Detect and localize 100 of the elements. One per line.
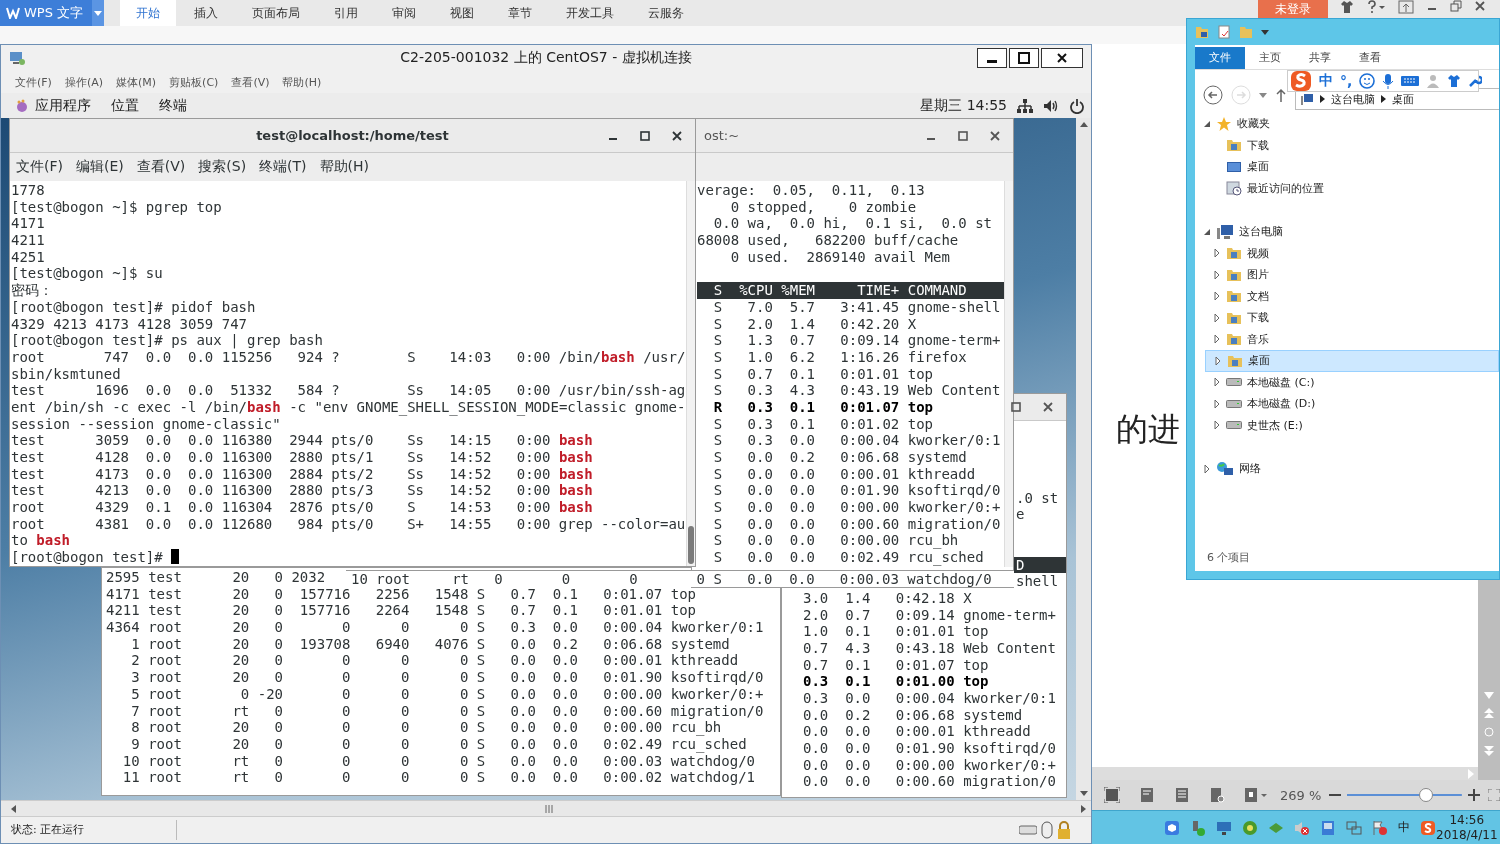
monitor-icon[interactable]	[1216, 819, 1232, 836]
panel-menu[interactable]: 位置	[111, 96, 139, 115]
close-icon[interactable]	[1474, 0, 1486, 12]
s-logo-icon[interactable]	[1420, 819, 1436, 836]
menu-item[interactable]: 编辑(E)	[76, 158, 124, 176]
s-logo-icon[interactable]	[1290, 70, 1312, 92]
menu-item[interactable]: 帮助(H)	[319, 158, 370, 176]
microphone-icon[interactable]	[1382, 73, 1395, 89]
collapsed-arrow-icon[interactable]	[1213, 249, 1221, 258]
scrollbar-thumb[interactable]	[688, 526, 694, 564]
collapsed-arrow-icon[interactable]	[1213, 292, 1221, 301]
close-button[interactable]	[1041, 48, 1083, 68]
clock-date[interactable]: 2018/4/11	[1436, 827, 1498, 843]
properties-icon[interactable]	[1217, 25, 1231, 39]
chevron-icon[interactable]	[1320, 95, 1325, 103]
menu-item[interactable]: 媒体(M)	[116, 74, 157, 90]
expanded-arrow-icon[interactable]	[1203, 227, 1211, 236]
scrollbar[interactable]	[1004, 181, 1013, 567]
tree-item[interactable]: 网络	[1195, 458, 1499, 480]
punctuation-toggle[interactable]: °,	[1340, 73, 1353, 89]
chevron-icon[interactable]	[1381, 95, 1386, 103]
ribbon-tab[interactable]: 云服务	[632, 0, 700, 26]
page-view-icon[interactable]	[1139, 787, 1155, 803]
tree-item[interactable]: 收藏夹	[1195, 113, 1499, 135]
menu-item[interactable]: 查看(V)	[136, 158, 186, 176]
tree-item[interactable]: 本地磁盘 (C:)	[1205, 371, 1499, 393]
collapsed-arrow-icon[interactable]	[1203, 464, 1211, 473]
ribbon-tab[interactable]: 主页	[1245, 47, 1295, 69]
flag-icon[interactable]	[1372, 819, 1388, 836]
ribbon-tab[interactable]: 查看	[1345, 47, 1395, 69]
address-bar[interactable]: 这台电脑 桌面	[1295, 88, 1499, 110]
mouse-icon[interactable]	[1041, 821, 1053, 839]
tree-item[interactable]: 史世杰 (E:)	[1205, 414, 1499, 436]
minimize-button[interactable]	[977, 48, 1007, 68]
breadcrumb[interactable]: 桌面	[1392, 91, 1414, 107]
reading-mode-icon[interactable]	[1244, 787, 1268, 803]
input-method-indicator[interactable]: 中	[1398, 819, 1410, 836]
collapsed-arrow-icon[interactable]	[1213, 399, 1221, 408]
shirt-icon[interactable]	[1340, 0, 1354, 14]
menu-item[interactable]: 剪贴板(C)	[169, 74, 219, 90]
caret-icon[interactable]	[1261, 29, 1269, 35]
tree-item[interactable]: 音乐	[1205, 328, 1499, 350]
clock-time[interactable]: 14:56	[1449, 812, 1485, 828]
menu-item[interactable]: 文件(F)	[15, 74, 52, 90]
applications-menu[interactable]: 应用程序	[35, 96, 91, 115]
back-icon[interactable]	[1203, 85, 1223, 105]
speaker-muted-icon[interactable]	[1294, 819, 1310, 836]
tree-item[interactable]: 桌面	[1205, 350, 1499, 372]
keyboard-icon[interactable]	[1401, 75, 1420, 87]
emoji-icon[interactable]	[1359, 73, 1376, 89]
ribbon-tab[interactable]: 插入	[178, 0, 234, 26]
tree-item[interactable]: 下载	[1205, 134, 1499, 156]
menu-item[interactable]: 操作(A)	[64, 74, 104, 90]
collapsed-arrow-icon[interactable]	[1214, 356, 1222, 365]
close-icon[interactable]	[1042, 401, 1054, 413]
maximize-icon[interactable]	[957, 129, 969, 142]
maximize-button[interactable]	[1009, 48, 1039, 68]
close-icon[interactable]	[671, 129, 683, 142]
cube-icon[interactable]	[1164, 819, 1180, 836]
ribbon-tab[interactable]: 共享	[1295, 47, 1345, 69]
menu-item[interactable]: 终端(T)	[259, 158, 307, 176]
folder-pc-icon[interactable]	[1195, 25, 1209, 39]
zoom-slider-thumb[interactable]	[1419, 788, 1434, 802]
tree-item[interactable]: 图片	[1205, 264, 1499, 286]
scroll-left-icon[interactable]	[11, 804, 16, 813]
ribbon-tab[interactable]: 章节	[492, 0, 548, 26]
panel-menu[interactable]: 终端	[159, 96, 187, 115]
tree-item[interactable]: 文档	[1205, 285, 1499, 307]
shirt-icon[interactable]	[1447, 74, 1462, 88]
grip-icon[interactable]	[544, 804, 553, 813]
close-icon[interactable]	[989, 129, 1001, 142]
language-toggle[interactable]: 中	[1319, 72, 1333, 90]
power-icon[interactable]	[1069, 97, 1085, 114]
breadcrumb[interactable]: 这台电脑	[1331, 91, 1375, 107]
ribbon-tab[interactable]: 开始	[120, 0, 176, 26]
scroll-right-icon[interactable]	[1081, 804, 1086, 813]
lock-icon[interactable]	[1057, 821, 1071, 839]
ribbon-tab[interactable]: 视图	[434, 0, 490, 26]
ribbon-tab[interactable]: 文件	[1195, 47, 1245, 69]
collapsed-arrow-icon[interactable]	[1213, 335, 1221, 344]
upload-icon[interactable]	[1398, 0, 1414, 14]
zoom-in-icon[interactable]	[1468, 789, 1480, 801]
ribbon-tab[interactable]: 审阅	[376, 0, 432, 26]
tree-item[interactable]: 桌面	[1205, 156, 1499, 178]
maximize-icon[interactable]	[639, 129, 651, 142]
tree-item[interactable]: 视频	[1205, 242, 1499, 264]
app-menu-button[interactable]: WPS 文字	[0, 0, 92, 26]
ribbon-tab[interactable]: 引用	[318, 0, 374, 26]
collapsed-arrow-icon[interactable]	[1213, 378, 1221, 387]
caret-icon[interactable]	[94, 10, 102, 16]
menu-item[interactable]: 搜索(S)	[198, 158, 247, 176]
wrench-icon[interactable]	[1468, 74, 1483, 88]
fit-page-icon[interactable]	[1104, 787, 1120, 803]
collapsed-arrow-icon[interactable]	[1213, 313, 1221, 322]
expanded-arrow-icon[interactable]	[1203, 119, 1211, 128]
outline-view-icon[interactable]	[1174, 787, 1190, 803]
network-icon[interactable]	[1017, 97, 1033, 114]
tree-item[interactable]: 最近访问的位置	[1205, 177, 1499, 199]
caret-icon[interactable]	[1259, 92, 1267, 98]
window-icon[interactable]	[1320, 819, 1336, 836]
